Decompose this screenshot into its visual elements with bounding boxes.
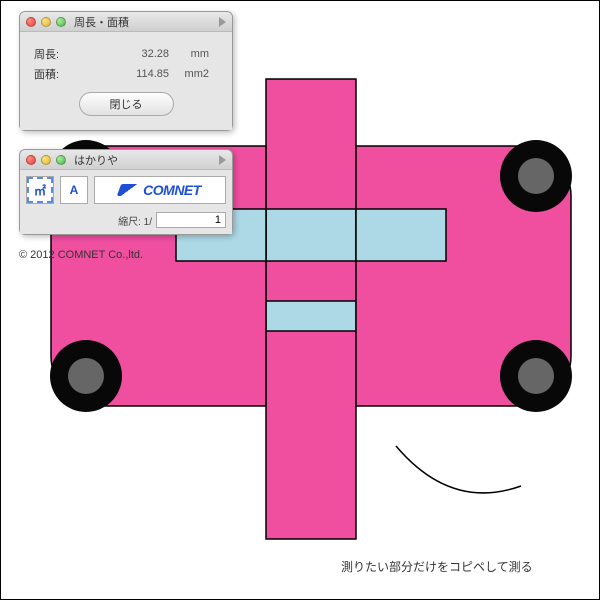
zoom-icon[interactable] (56, 155, 66, 165)
perimeter-value: 32.28 (89, 48, 169, 60)
area-value: 114.85 (89, 68, 169, 80)
hakariya-panel: はかりや ㎡ A COMNET 縮尺: 1/ (19, 149, 233, 235)
area-unit: mm2 (169, 68, 209, 80)
panel-titlebar[interactable]: 周長・面積 (20, 12, 232, 32)
minimize-icon[interactable] (41, 17, 51, 27)
close-button[interactable]: 閉じる (79, 92, 174, 116)
chevron-right-icon[interactable] (219, 155, 226, 165)
window-controls[interactable] (26, 155, 66, 165)
scale-row: 縮尺: 1/ (20, 210, 232, 234)
logo-swoosh-icon (117, 184, 141, 196)
perimeter-row: 周長: 32.28 mm (34, 46, 218, 62)
panel-title: 周長・面積 (74, 14, 219, 30)
measurement-panel: 周長・面積 周長: 32.28 mm 面積: 114.85 mm2 閉じる (19, 11, 233, 131)
perimeter-label: 周長: (34, 46, 89, 62)
panel-titlebar[interactable]: はかりや (20, 150, 232, 170)
minimize-icon[interactable] (41, 155, 51, 165)
measure-area-tool[interactable]: ㎡ (26, 176, 54, 204)
close-icon[interactable] (26, 155, 36, 165)
copyright-text: © 2012 COMNET Co.,ltd. (19, 249, 143, 261)
caption-text: 測りたい部分だけをコピペして測る (341, 558, 533, 575)
panel-title: はかりや (74, 152, 219, 168)
area-row: 面積: 114.85 mm2 (34, 66, 218, 82)
scale-input[interactable] (156, 212, 226, 228)
area-label: 面積: (34, 66, 89, 82)
chevron-right-icon[interactable] (219, 17, 226, 27)
perimeter-unit: mm (169, 48, 209, 60)
scale-label: 縮尺: 1/ (118, 213, 152, 228)
window-controls[interactable] (26, 17, 66, 27)
close-icon[interactable] (26, 17, 36, 27)
measure-text-tool[interactable]: A (60, 176, 88, 204)
zoom-icon[interactable] (56, 17, 66, 27)
comnet-logo: COMNET (94, 176, 226, 204)
